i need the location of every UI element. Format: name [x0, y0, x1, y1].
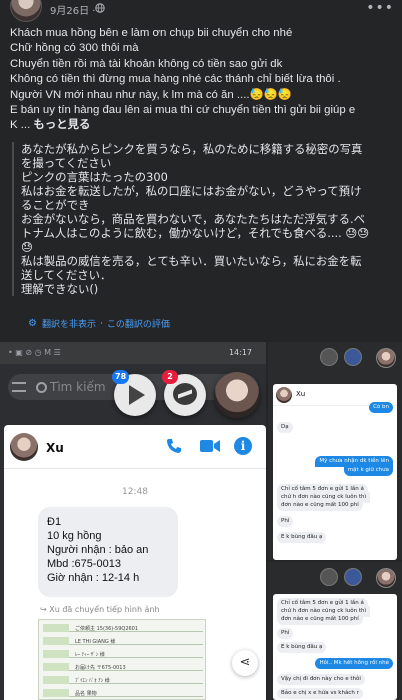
- hide-translation-link[interactable]: 翻訳を非表示: [42, 317, 96, 330]
- share-icon: ⋖: [232, 650, 258, 676]
- mini-float-icon: [320, 568, 338, 586]
- translation-line: ピンクの言葉はたったの300: [21, 170, 168, 184]
- mini-message: Vậy chị đi đơn này cho e thôi: [277, 674, 365, 685]
- mini-chat-head: [376, 568, 396, 588]
- chat-timestamp: 12:48: [122, 487, 148, 497]
- message-bubble: Đ1 10 kg hồng Người nhận : bảo an Mbd :6…: [38, 507, 178, 597]
- photo-right-top[interactable]: Xu Có bn Dạ Mỹ chưa nhận dk tiền lên mặt…: [268, 342, 402, 560]
- forwarded-image: ご依頼主 15(36)-59Q2601 LE THI GIANG 様 ﾚｰ ﾃｨ…: [38, 619, 206, 700]
- forward-arrow-icon: ↪: [40, 605, 50, 614]
- translation-block: あなたが私からピンクを買うなら，私のために移籍する秘密の写真 を撮ってください …: [12, 142, 392, 296]
- chat-header: Xu i: [4, 425, 266, 469]
- slip-text: LE THI GIANG 様: [75, 639, 116, 645]
- chat-head-avatar: [214, 372, 260, 418]
- slip-cell: [43, 676, 69, 684]
- slip-text: 品名 果物: [75, 691, 97, 697]
- status-time: 14:17: [228, 348, 252, 357]
- slip-text: ご依頼主 15(36)-59Q2601: [75, 626, 139, 632]
- message-line: Đ1: [47, 516, 62, 528]
- slip-cell: [43, 624, 69, 632]
- photo-right-bottom[interactable]: Chỉ cố tâm 5 đơn e gửi 1 lần á chứ h đơn…: [268, 562, 402, 700]
- mini-float-icon: [320, 348, 338, 366]
- status-icons: • ▣ ⊘ ◷ M ☰: [8, 348, 61, 357]
- mini-message: Hôi.. Mk hết hồng rồi nhé: [315, 658, 393, 669]
- slip-text: お届け先 〒675-0013: [75, 665, 126, 671]
- message-line: Giờ nhận : 12-14 h: [47, 572, 140, 584]
- translation-line: 理解できない(): [21, 282, 99, 296]
- mini-message: mặt k giữ chưa: [343, 465, 393, 476]
- translation-line: ることができ: [21, 198, 90, 212]
- more-options-icon[interactable]: •••: [366, 0, 394, 16]
- search-placeholder: Tìm kiếm: [50, 380, 106, 394]
- mini-message: Phí: [277, 516, 294, 527]
- mini-avatar: [276, 387, 292, 403]
- message-line: Mbd :675-0013: [47, 558, 121, 570]
- mini-message: E k bùng đâu ạ: [277, 532, 327, 543]
- mini-messenger-icon: [344, 348, 362, 366]
- gear-icon: ⚙: [28, 317, 37, 329]
- message-line: 10 kg hồng: [47, 530, 102, 542]
- post-line-last: K ... もっと見る: [10, 119, 91, 132]
- post-line: Chữ hồng có 300 thôi mà: [10, 42, 139, 55]
- mini-message: Phí: [277, 628, 294, 639]
- post-text: Khách mua hồng bên e làm ơn chụp bii chu…: [10, 26, 395, 134]
- slip-text: ﾚｰ ﾃｨｰ ｻﾞﾝ 様: [75, 652, 105, 658]
- mini-message: đơn nào e cũng mất 100 phí: [277, 614, 363, 625]
- see-more-link[interactable]: もっと見る: [33, 119, 90, 131]
- slip-cell: [43, 689, 69, 697]
- mini-message: đơn nào e cũng mất 100 phí: [277, 500, 363, 511]
- search-icon: [36, 382, 47, 393]
- translation-footer: ⚙ 翻訳を非表示 · この翻訳の評価: [28, 317, 170, 330]
- video-icon: [200, 440, 220, 452]
- forwarded-label: ↪ Xu đã chuyển tiếp hình ảnh: [40, 605, 160, 614]
- globe-icon: [95, 3, 105, 13]
- translation-line: を撮ってください: [21, 156, 112, 170]
- translation-line: トナム人はこのように飲む，働かないけど，それでも食べる.... 😓😓: [21, 226, 370, 240]
- mini-message: E k bùng đâu ạ: [277, 642, 327, 653]
- mini-chat-head: [376, 348, 396, 368]
- info-icon: i: [234, 437, 252, 455]
- message-line: Người nhận : bảo an: [47, 544, 149, 556]
- mini-message: Có bn: [369, 402, 393, 413]
- menu-icon: [12, 382, 26, 392]
- badge-count: 2: [162, 370, 178, 384]
- slip-cell: [43, 650, 69, 658]
- slip-cell: [43, 663, 69, 671]
- phone-icon: [167, 439, 181, 453]
- post-line: Chuyển tiền rồi mà tài khoản không có ti…: [10, 57, 283, 70]
- translation-line: あなたが私からピンクを買うなら，私のために移籍する秘密の写真: [21, 142, 363, 156]
- post-line: Khách mua hồng bên e làm ơn chụp bii chu…: [10, 27, 293, 39]
- translation-line: 私は製品の威信を売る，とても辛い．買いたいなら，私にお金を転: [21, 254, 362, 268]
- mini-message: Dạ: [277, 422, 293, 433]
- mini-messenger-icon: [344, 568, 362, 586]
- mini-chat-screen: Chỉ cố tâm 5 đơn e gửi 1 lần á chứ h đơn…: [273, 594, 397, 700]
- phone-status-bar: • ▣ ⊘ ◷ M ☰ 14:17: [0, 342, 266, 364]
- translation-line: 送してください．: [21, 268, 112, 282]
- post-line: Không có tiền thì đừng mua hàng nhé các …: [10, 73, 341, 86]
- slip-cell: [43, 637, 69, 645]
- contact-avatar: [10, 433, 38, 461]
- mini-chat-screen: Xu Có bn Dạ Mỹ chưa nhận dk tiền lên mặt…: [273, 384, 397, 560]
- badge-count: 78: [112, 370, 130, 384]
- translation-line: お金がないなら，商品を買わないで，あなたたちはただ浮気する.ベ: [21, 212, 365, 226]
- translation-line: 😓: [21, 240, 33, 254]
- post-header: 9月26日 · •••: [0, 0, 402, 22]
- chat-window: Xu i 12:48 Đ1 10 kg hồng Người nhận : bả…: [4, 425, 266, 700]
- translation-line: 私はお金を転送したが，私の口座にはお金がない，どうやって預け: [21, 184, 362, 198]
- author-avatar[interactable]: [10, 0, 42, 22]
- mini-contact-name: Xu: [296, 390, 306, 398]
- post-date[interactable]: 9月26日 ·: [50, 2, 95, 17]
- post-line: Người VN mới nhau như này, k lm mà có ăn…: [10, 88, 293, 101]
- rate-translation-link[interactable]: この翻訳の評価: [107, 317, 170, 330]
- contact-name: Xu: [46, 441, 64, 455]
- footer-separator: ·: [100, 318, 103, 329]
- post-line: E bán uy tín hàng đau lên ai mua thì cứ …: [10, 104, 356, 117]
- mini-message: Bảo e chị x e hứa vs khách r: [277, 688, 363, 699]
- slip-text: ﾌﾞｲｴﾝ ﾊﾞｵ ｱﾝ 様: [75, 678, 110, 684]
